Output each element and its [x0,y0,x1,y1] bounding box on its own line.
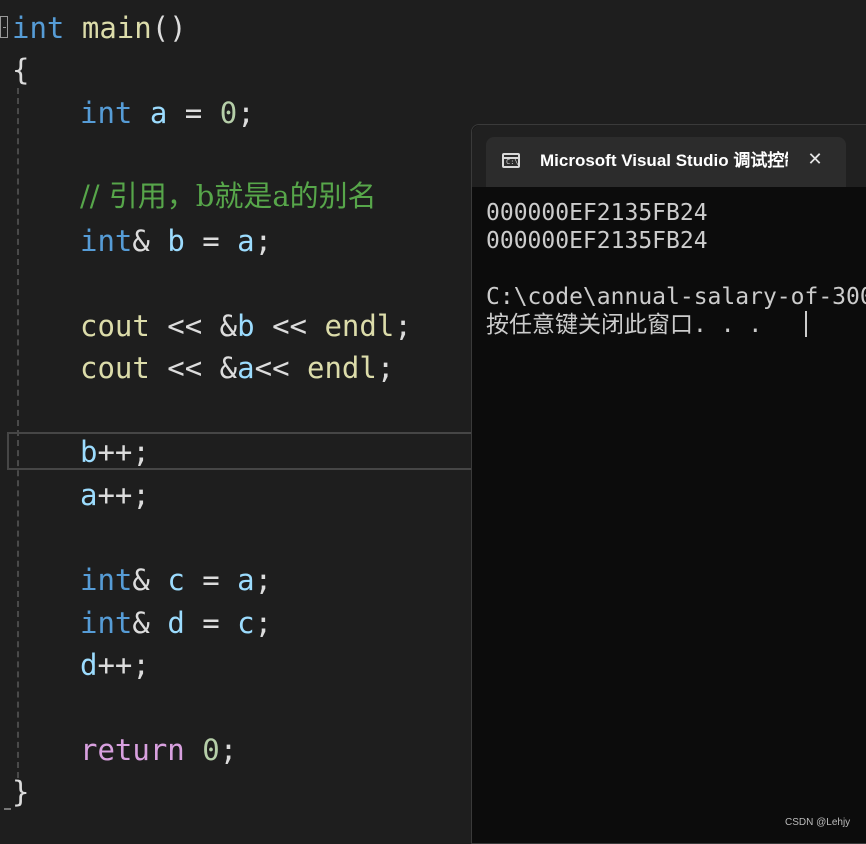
code-line-a-increment[interactable]: a++; [80,474,150,516]
code-line-int-ref-d[interactable]: int& d = c; [80,602,272,644]
console-tab-title: Microsoft Visual Studio 调试控制台 [540,151,788,170]
debug-console-window[interactable]: C:\ Microsoft Visual Studio 调试控制台 ✕ 0000… [471,124,866,844]
code-line-close-brace[interactable]: } [12,771,29,813]
code-line-cout-b[interactable]: cout << &b << endl; [80,305,412,347]
code-line-cout-a[interactable]: cout << &a<< endl; [80,347,394,389]
code-line-open-brace[interactable]: { [12,49,29,91]
code-line-int-ref-c[interactable]: int& c = a; [80,559,272,601]
text-cursor [805,311,807,337]
fold-collapse-icon[interactable] [0,16,8,38]
function-main: main [81,11,152,45]
console-tab[interactable]: C:\ Microsoft Visual Studio 调试控制台 ✕ [486,137,846,187]
terminal-icon: C:\ [502,153,520,168]
code-comment[interactable]: // 引用，b就是a的别名 [80,175,377,217]
code-line-main[interactable]: int main() [12,7,187,49]
code-line-b-increment[interactable]: b++; [80,431,150,473]
code-line-int-a[interactable]: int a = 0; [80,92,255,134]
watermark: CSDN @Lehjy [785,817,851,828]
console-output-prompt: 按任意键关闭此窗口. . . [486,312,763,338]
console-output-path: C:\code\annual-salary-of-300 [486,284,866,310]
fold-end-marker [4,808,11,810]
current-line-highlight [7,432,487,470]
keyword-int: int [12,11,65,45]
code-line-int-ref-b[interactable]: int& b = a; [80,220,272,262]
code-line-d-increment[interactable]: d++; [80,644,150,686]
console-titlebar[interactable]: C:\ Microsoft Visual Studio 调试控制台 ✕ [472,125,866,187]
code-line-return[interactable]: return 0; [80,729,237,771]
close-icon[interactable]: ✕ [802,147,828,173]
console-output-line: 000000EF2135FB24 [486,228,708,254]
console-output-line: 000000EF2135FB24 [486,200,708,226]
